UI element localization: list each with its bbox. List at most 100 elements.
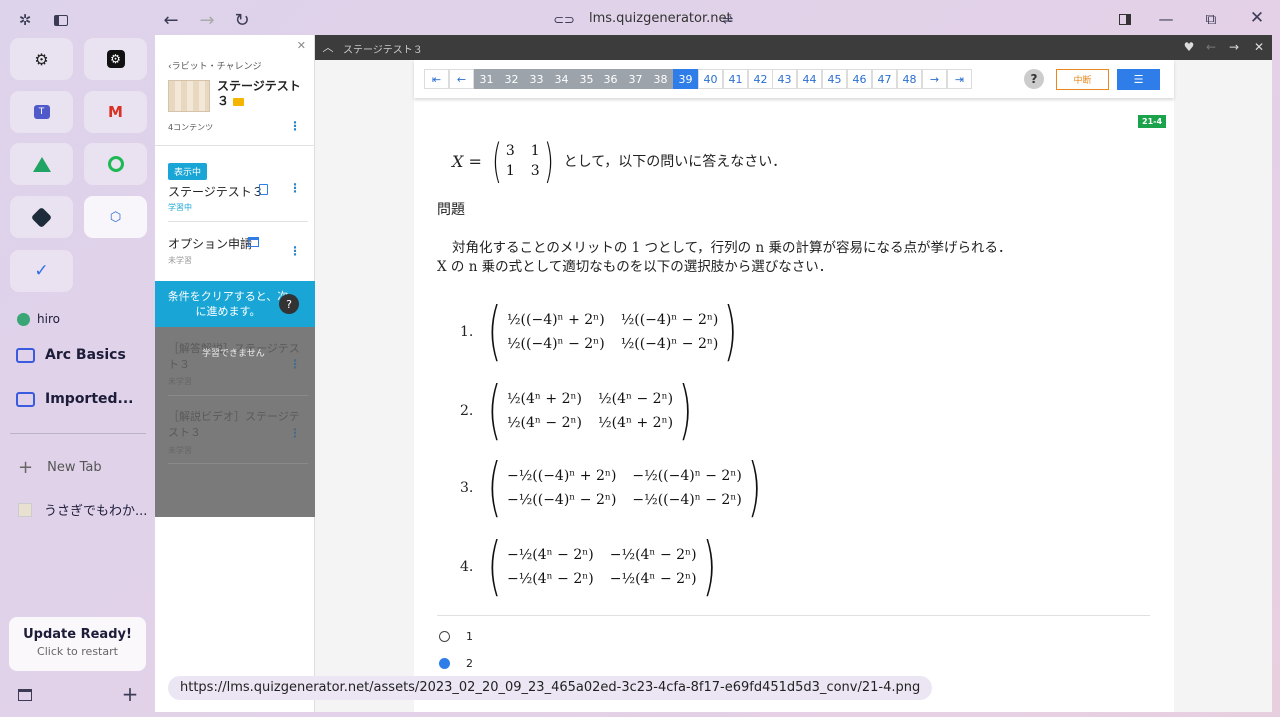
content-item-title: ［解説ビデオ］ステージテスト３ bbox=[168, 410, 300, 439]
page-button[interactable]: 47 bbox=[872, 69, 897, 89]
profile-label[interactable]: hiro bbox=[17, 312, 60, 326]
suspend-button[interactable]: 中断 bbox=[1056, 69, 1109, 90]
archive-icon[interactable] bbox=[16, 686, 34, 704]
help-button[interactable]: ? bbox=[1024, 69, 1044, 89]
menu-dots-icon[interactable]: ⋮ bbox=[289, 244, 301, 258]
last-page-button[interactable]: ⇥ bbox=[947, 69, 972, 89]
page-button[interactable]: 32 bbox=[499, 69, 524, 89]
viewer-header bbox=[315, 35, 1272, 60]
add-icon[interactable]: + bbox=[121, 682, 139, 706]
favorite-cube-app[interactable]: ⬡ bbox=[84, 196, 147, 238]
green-circle-icon bbox=[107, 156, 124, 172]
page-button[interactable]: 33 bbox=[524, 69, 549, 89]
open-tab[interactable]: うさぎでもわか... bbox=[18, 500, 147, 519]
item-divider bbox=[168, 463, 308, 464]
list-button[interactable]: ☰ bbox=[1117, 69, 1160, 90]
course-thumbnail bbox=[168, 80, 210, 112]
favorite-teams[interactable]: T bbox=[10, 91, 73, 133]
site-settings-icon[interactable]: ⇌ bbox=[719, 11, 737, 29]
page-button[interactable]: 31 bbox=[474, 69, 499, 89]
new-tab-label: New Tab bbox=[47, 460, 102, 475]
menu-dots-icon: ⋮ bbox=[289, 357, 301, 371]
favorite-heart-icon[interactable]: ♥ bbox=[1181, 38, 1197, 56]
document-icon bbox=[259, 184, 268, 195]
choice-label: 2 bbox=[466, 657, 473, 670]
question-line-2: X の n 乗の式として適切なものを以下の選択肢から選びなさい． bbox=[437, 259, 833, 275]
answer-choice-2[interactable]: 2 bbox=[439, 657, 473, 670]
sidebar-toggle-icon[interactable] bbox=[52, 11, 70, 29]
update-card[interactable]: Update Ready! Click to restart bbox=[9, 617, 146, 671]
forward-icon[interactable]: → bbox=[196, 9, 218, 31]
folder-imported[interactable]: Imported... bbox=[16, 391, 134, 407]
favorite-green-app[interactable] bbox=[84, 143, 147, 185]
favorite-gmail[interactable]: M bbox=[84, 91, 147, 133]
collapse-icon[interactable]: ︿ bbox=[320, 38, 336, 56]
page-button[interactable]: 45 bbox=[822, 69, 847, 89]
page-button[interactable]: 48 bbox=[897, 69, 922, 89]
page-button[interactable]: 44 bbox=[797, 69, 822, 89]
page-button[interactable]: 34 bbox=[549, 69, 574, 89]
folder-icon bbox=[16, 347, 35, 363]
favorite-chatgpt-1[interactable]: ⚙ bbox=[10, 38, 73, 80]
option-matrix-2: 2.( ½(4ⁿ + 2ⁿ) ½(4ⁿ − 2ⁿ) ½(4ⁿ − 2ⁿ) ½(4ⁿ +… bbox=[460, 374, 693, 448]
tab-title: うさぎでもわか... bbox=[44, 504, 148, 519]
question-heading: 問題 bbox=[437, 202, 465, 218]
close-viewer-icon[interactable]: ✕ bbox=[1251, 38, 1267, 56]
viewing-badge: 表示中 bbox=[168, 163, 208, 180]
intro-text: として，以下の問いに答えなさい． bbox=[563, 154, 787, 170]
url-bar[interactable]: lms.quizgenerator.net bbox=[589, 11, 732, 26]
new-tab-button[interactable]: + New Tab bbox=[18, 457, 102, 478]
page-button[interactable]: 36 bbox=[598, 69, 623, 89]
status-url-tooltip: https://lms.quizgenerator.net/assets/202… bbox=[168, 676, 933, 700]
menu-dots-icon[interactable]: ⋮ bbox=[289, 181, 301, 195]
globe-icon bbox=[17, 312, 30, 326]
favorite-dark-app[interactable] bbox=[10, 196, 73, 238]
folder-arc-basics[interactable]: Arc Basics bbox=[16, 347, 126, 363]
prev-page-button[interactable]: ← bbox=[449, 69, 474, 89]
radio-button-selected[interactable] bbox=[439, 658, 450, 669]
tab-favicon-icon bbox=[18, 502, 32, 517]
prev-arrow-icon[interactable]: ← bbox=[1203, 38, 1219, 56]
notice-text: 条件をクリアすると、次に進めます。 bbox=[167, 290, 289, 318]
page-button[interactable]: 46 bbox=[847, 69, 872, 89]
option-matrix-1: 1.( ½((−4)ⁿ + 2ⁿ) ½((−4)ⁿ − 2ⁿ) ½((−4)ⁿ − … bbox=[460, 295, 738, 369]
page-button[interactable]: 40 bbox=[698, 69, 723, 89]
favorite-todo[interactable]: ✓ bbox=[10, 250, 73, 292]
page-button[interactable]: 37 bbox=[623, 69, 648, 89]
page-button[interactable]: 41 bbox=[723, 69, 748, 89]
favorite-drive[interactable] bbox=[10, 143, 73, 185]
close-panel-icon[interactable]: ✕ bbox=[297, 39, 306, 52]
menu-dots-icon[interactable]: ⋮ bbox=[289, 119, 301, 133]
content-item-title[interactable]: ステージテスト３ bbox=[168, 183, 304, 200]
plus-icon: + bbox=[18, 457, 34, 478]
close-window-icon[interactable]: ✕ bbox=[1248, 8, 1266, 28]
page-button[interactable]: 42 bbox=[748, 69, 773, 89]
answer-choice-1[interactable]: 1 bbox=[439, 630, 473, 643]
breadcrumb[interactable]: ‹ラビット・チャレンジ bbox=[168, 59, 262, 72]
restore-icon[interactable]: ⧉ bbox=[1202, 10, 1220, 28]
content-item-title[interactable]: オプション申請 bbox=[168, 235, 304, 252]
next-arrow-icon[interactable]: → bbox=[1226, 38, 1242, 56]
page-button[interactable]: 38 bbox=[648, 69, 673, 89]
first-page-button[interactable]: ⇤ bbox=[424, 69, 449, 89]
page-button-active[interactable]: 39 bbox=[673, 69, 698, 89]
hexagon-icon bbox=[30, 206, 53, 228]
radio-button[interactable] bbox=[439, 631, 450, 642]
page-button[interactable]: 35 bbox=[574, 69, 599, 89]
back-icon[interactable]: ← bbox=[160, 9, 182, 31]
course-panel: ✕ ‹ラビット・チャレンジ ステージテスト ３ 4コンテンツ ⋮ 表示中 ステー… bbox=[155, 35, 315, 517]
split-view-icon[interactable] bbox=[1116, 10, 1134, 28]
next-page-button[interactable]: → bbox=[922, 69, 947, 89]
panel-divider bbox=[155, 145, 315, 146]
minimize-icon[interactable]: — bbox=[1157, 10, 1175, 28]
item-divider bbox=[168, 395, 308, 396]
page-button[interactable]: 43 bbox=[772, 69, 797, 89]
viewer-title: ステージテスト３ bbox=[343, 45, 423, 56]
link-icon: ⊂⊃ bbox=[553, 12, 575, 28]
favorite-chatgpt-2[interactable]: ⚙ bbox=[84, 38, 147, 80]
arc-logo-icon[interactable]: ✲ bbox=[16, 11, 34, 29]
help-icon[interactable]: ? bbox=[279, 294, 299, 314]
gmail-icon: M bbox=[108, 103, 123, 121]
question-tag: 21-4 bbox=[1138, 115, 1167, 128]
reload-icon[interactable]: ↻ bbox=[231, 9, 253, 31]
